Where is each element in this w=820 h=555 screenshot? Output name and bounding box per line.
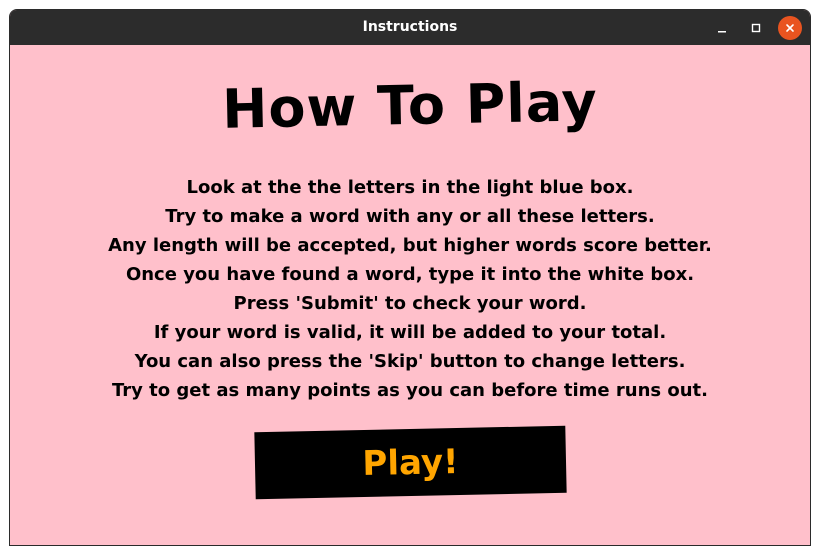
instructions-window: Instructions How To Play Look at the the… [9, 9, 811, 546]
page-title: How To Play [221, 70, 599, 141]
minimize-icon[interactable] [710, 16, 734, 40]
instructions-content: How To Play Look at the the letters in t… [10, 45, 810, 545]
instruction-line: Look at the the letters in the light blu… [186, 177, 634, 198]
instruction-line: Try to get as many points as you can bef… [111, 380, 708, 401]
instruction-line: You can also press the 'Skip' button to … [134, 351, 686, 372]
play-button-label: Play! [362, 441, 459, 484]
instruction-list: Look at the the letters in the light blu… [10, 173, 810, 405]
window-titlebar[interactable]: Instructions [10, 10, 810, 45]
instruction-line: Once you have found a word, type it into… [125, 264, 695, 285]
instruction-line: Try to make a word with any or all these… [165, 206, 655, 227]
window-controls [700, 10, 802, 45]
instruction-line: Press 'Submit' to check your word. [233, 293, 587, 314]
instruction-line: Any length will be accepted, but higher … [108, 235, 712, 256]
close-icon[interactable] [778, 15, 802, 40]
window-title: Instructions [362, 19, 458, 35]
instruction-line: If your word is valid, it will be added … [153, 322, 667, 343]
play-button[interactable]: Play! [254, 425, 567, 500]
maximize-icon[interactable] [744, 16, 768, 40]
